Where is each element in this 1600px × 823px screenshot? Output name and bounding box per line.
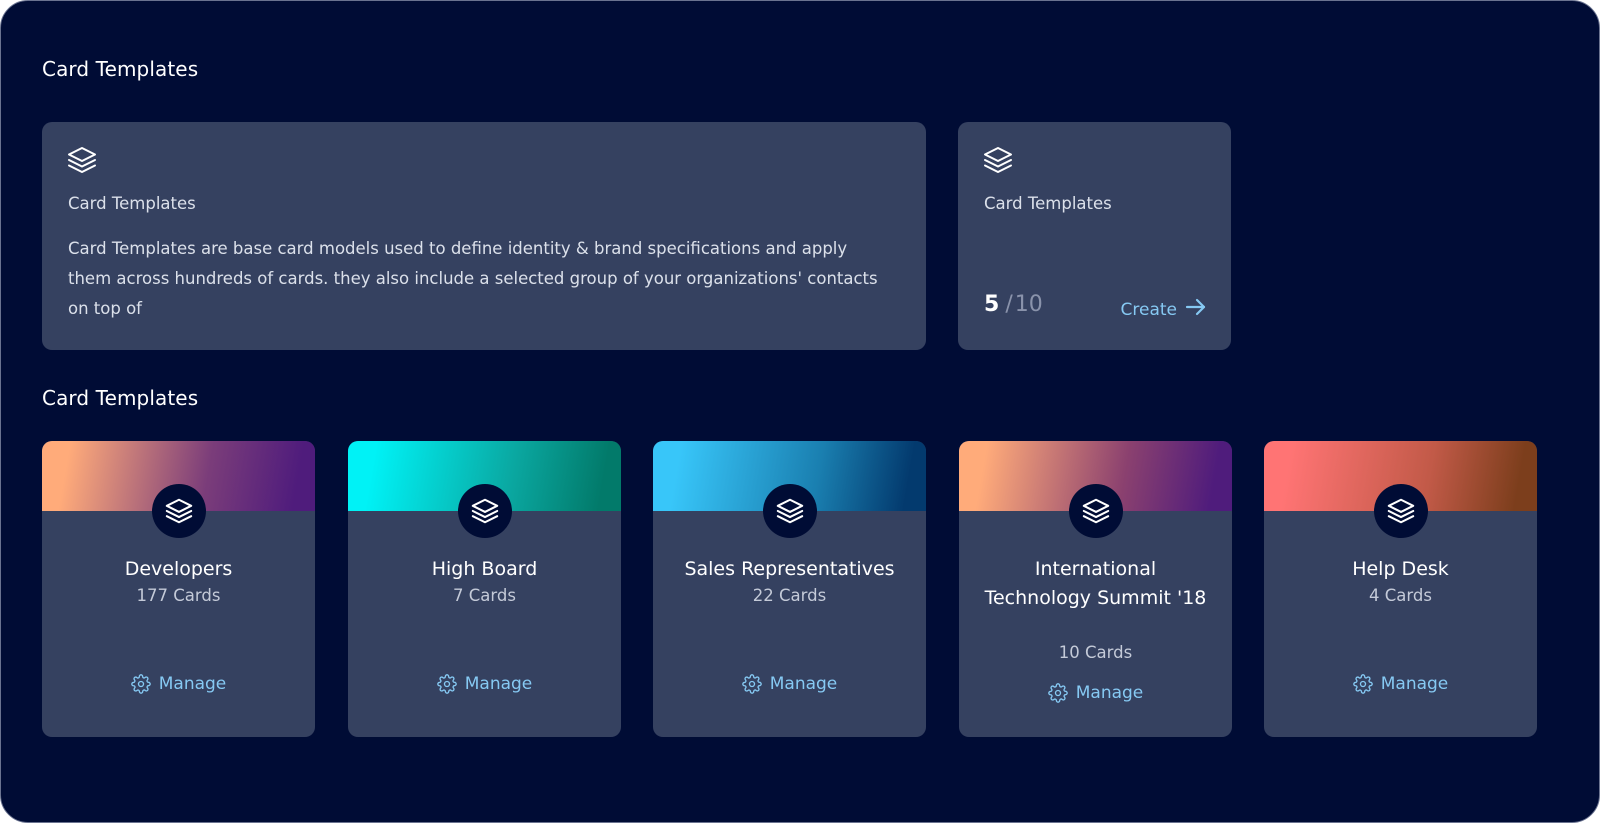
template-name: Developers (124, 558, 233, 580)
template-name: Sales Representatives (684, 558, 895, 580)
arrow-right-icon (1185, 298, 1207, 321)
template-card: High Board 7 Cards Manage (348, 441, 621, 737)
manage-button[interactable]: Manage (42, 674, 315, 694)
usage-panel: Card Templates 5/10 Create (958, 122, 1231, 350)
info-panel-title: Card Templates (68, 194, 196, 213)
card-templates-page: Card Templates Card Templates Card Templ… (0, 0, 1600, 823)
template-card: Help Desk 4 Cards Manage (1264, 441, 1537, 737)
template-card: International Technology Summit '18 10 Ca… (959, 441, 1232, 737)
template-card-count: 177 Cards (136, 586, 221, 605)
used-count: 5 (984, 292, 1000, 317)
layers-icon (1069, 484, 1123, 538)
template-name: International Technology Summit '18 (984, 558, 1207, 609)
gear-icon (1352, 674, 1373, 694)
layers-icon (763, 484, 817, 538)
layers-icon (66, 144, 98, 176)
usage-count: 5/10 (984, 292, 1043, 317)
page-title: Card Templates (42, 57, 199, 81)
template-card-count: 4 Cards (1369, 586, 1432, 605)
template-card: Sales Representatives 22 Cards Manage (653, 441, 926, 737)
gear-icon (741, 674, 762, 694)
manage-button[interactable]: Manage (1264, 674, 1537, 694)
layers-icon (458, 484, 512, 538)
create-button[interactable]: Create (1121, 298, 1208, 321)
templates-section-title: Card Templates (42, 386, 199, 410)
usage-panel-title: Card Templates (984, 194, 1112, 213)
layers-icon (1374, 484, 1428, 538)
template-name: High Board (431, 558, 538, 580)
info-description: Card Templates are base card models used… (68, 239, 878, 318)
count-separator: / (1005, 292, 1013, 317)
layers-icon (152, 484, 206, 538)
template-name: Help Desk (1352, 558, 1449, 580)
gear-icon (436, 674, 457, 694)
manage-label: Manage (769, 674, 838, 694)
manage-label: Manage (1075, 683, 1144, 703)
template-card-count: 10 Cards (1058, 643, 1133, 662)
manage-button[interactable]: Manage (653, 674, 926, 694)
manage-label: Manage (158, 674, 227, 694)
manage-label: Manage (464, 674, 533, 694)
manage-button[interactable]: Manage (348, 674, 621, 694)
info-panel: Card Templates Card Templates are base c… (42, 122, 926, 350)
layers-icon (982, 144, 1014, 176)
gear-icon (130, 674, 151, 694)
manage-button[interactable]: Manage (959, 683, 1232, 703)
limit-count: 10 (1014, 292, 1043, 317)
create-label: Create (1120, 299, 1178, 320)
gear-icon (1047, 683, 1068, 703)
template-card-count: 7 Cards (453, 586, 516, 605)
template-card: Developers 177 Cards Manage (42, 441, 315, 737)
template-card-count: 22 Cards (752, 586, 827, 605)
manage-label: Manage (1380, 674, 1449, 694)
